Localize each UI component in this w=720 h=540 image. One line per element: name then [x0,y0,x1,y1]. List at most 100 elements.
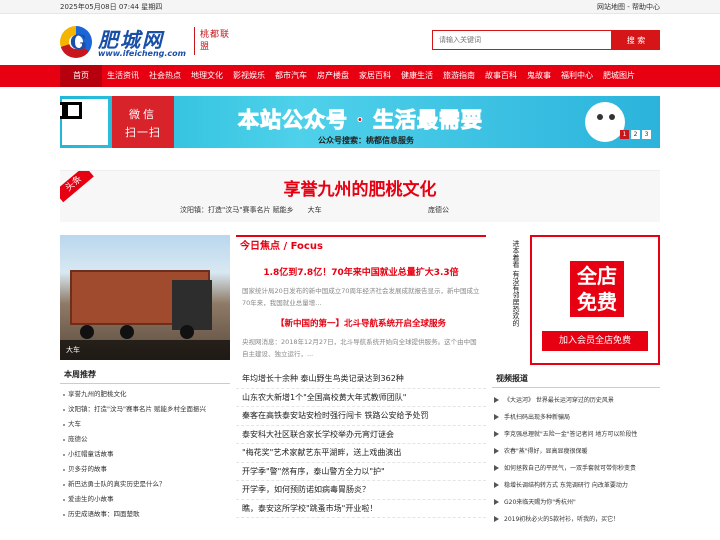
focus-title: 今日焦点 / Focus [236,235,486,257]
list-item[interactable]: 李克强总理就"五险一金"答记者问 地方可以阶段性 [492,426,660,443]
list-item[interactable]: 手机扫码出现多种新骗局 [492,409,660,426]
play-icon [494,431,499,437]
slogan-part-a: 本站公众号 · [238,107,373,133]
list-item[interactable]: 开学季"警"然有序，泰山警方全力以"护" [236,463,486,481]
nav-item[interactable]: 房产楼盘 [312,65,354,87]
list-item[interactable]: 开学季，如何预防诺如病毒胃肠炎？ [236,481,486,500]
video-item-label: 稳增长调结构转方式 东莞调研行 向改革要动力 [504,482,628,489]
list-item[interactable]: 汶阳镇：打造"汶马"赛事名片 赋能乡村全面振兴 [60,402,230,417]
list-item[interactable]: "梅花奖"艺术家献艺东平湖畔，送上戏曲演出 [236,444,486,463]
feature-caption: 大车 [60,340,230,360]
nav-item[interactable]: 故事百科 [480,65,522,87]
list-item[interactable]: 享誉九州的肥桃文化 [60,387,230,402]
main-nav: 首页 生活资讯 社会热点 地理文化 影视娱乐 都市汽车 房产楼盘 家居百科 健康… [0,65,720,87]
nav-item[interactable]: 鬼故事 [522,65,556,87]
nav-item[interactable]: 家居百科 [354,65,396,87]
focus-lead-1[interactable]: 1.8亿到7.8亿！70年来中国就业总量扩大3.3倍 [236,265,486,278]
list-item[interactable]: 爱迪生的小故事 [60,492,230,507]
list-item[interactable]: 年均增长十余种 泰山野生鸟类记录达到362种 [236,370,486,389]
play-icon [494,465,499,471]
join-member-button[interactable]: 加入会员全店免费 [542,331,648,351]
banner-pager: 1 2 3 [620,130,651,139]
headline-subs: 汶阳镇：打造"汶马"赛事名片 赋能乡 大车 [180,205,322,215]
list-item[interactable]: 新巴达勇士队的真实历史是什么？ [60,477,230,492]
video-item-label: 李克强总理就"五险一金"答记者问 地方可以阶段性 [504,431,638,438]
list-item[interactable]: 小红帽童话故事 [60,447,230,462]
nav-item[interactable]: 都市汽车 [270,65,312,87]
video-item-label: G20来临天赐为你"秀杭州" [504,499,576,506]
search-button[interactable]: 搜 索 [612,30,660,50]
scan-label: 扫一扫 [125,126,161,139]
list-item[interactable]: 泰安科大社区联合家长学校举办元宵灯谜会 [236,426,486,444]
nav-item[interactable]: 福利中心 [556,65,598,87]
nav-item[interactable]: 健康生活 [396,65,438,87]
logo-url: www.ifeicheng.com [98,49,186,58]
weekly-title: 本周推荐 [60,368,230,384]
video-item-label: 手机扫码出现多种新骗局 [504,414,571,421]
list-item[interactable]: 农春"蒸"得好，显高显瘦很保暖 [492,443,660,460]
logo-divider [194,27,195,55]
headline-sub-link[interactable]: 汶阳镇：打造"汶马"赛事名片 赋能乡 [180,205,294,215]
list-item[interactable]: 山东农大新增1个"全国高校黄大年式教师团队" [236,389,486,407]
nav-item[interactable]: 社会热点 [144,65,186,87]
list-item[interactable]: 稳增长调结构转方式 东莞调研行 向改革要动力 [492,477,660,494]
play-icon [494,448,499,454]
wechat-id: 公众号搜索：桃都信息服务 [318,136,414,145]
list-item[interactable]: 秦客在高铁泰安站安检时强行闯卡 铁路公安给予处罚 [236,407,486,426]
nav-item[interactable]: 影视娱乐 [228,65,270,87]
play-icon [494,482,499,488]
play-icon [494,516,499,522]
list-item[interactable]: 如何拯救自己的平民气，一双手套就可带你秒变贵 [492,460,660,477]
banner-page-1[interactable]: 1 [620,130,629,139]
truck-wheel [180,325,194,339]
wechat-banner[interactable]: 微信 扫一扫 本站公众号 · 生活最需要 公众号搜索：桃都信息服务 1 2 3 [60,96,660,148]
banner-slogan: 本站公众号 · 生活最需要 [238,104,483,134]
mascot-icon [585,102,625,142]
headline-title[interactable]: 享誉九州的肥桃文化 [60,175,660,200]
video-reports: 视频报道 《大运河》 世界最长运河穿过的历史风景 手机扫码出现多种新骗局 李克强… [492,372,660,528]
nav-item[interactable]: 生活资讯 [102,65,144,87]
feature-image[interactable]: 大车 [60,235,230,360]
list-item[interactable]: 大车 [60,417,230,432]
nav-item-home[interactable]: 首页 [60,65,102,87]
list-item[interactable]: 瞧，泰安这所学校"跳蚤市场"开业啦！ [236,500,486,518]
nav-item[interactable]: 肥城图片 [598,65,640,87]
focus-desc-2: 央视网消息：2018年12月27日，北斗导航系统开始向全球提供服务。这个由中国自… [242,338,477,358]
site-logo[interactable]: G 肥城网 www.ifeicheng.com 桃都联盟 [60,25,230,59]
video-item-label: 《大运河》 世界最长运河穿过的历史风景 [504,397,614,404]
logo-g-icon: G [70,30,88,54]
headline-sub-link[interactable]: 庞德公 [428,205,449,215]
play-icon [494,414,499,420]
list-item[interactable]: 2019初秋必火的5款衬衫，听我的，买它！ [492,511,660,528]
today-focus: 今日焦点 / Focus 1.8亿到7.8亿！70年来中国就业总量扩大3.3倍 … [236,235,486,518]
promo-big-text: 全店免费 [570,261,624,317]
play-icon [494,397,499,403]
headline-sub-link[interactable]: 大车 [308,205,322,215]
weekly-picks: 本周推荐 享誉九州的肥桃文化 汶阳镇：打造"汶马"赛事名片 赋能乡村全面振兴 大… [60,368,230,522]
banner-page-2[interactable]: 2 [631,130,640,139]
top-bar: 2025年05月08日 07:44 星期四 网站地图 - 帮助中心 [0,0,720,14]
member-promo[interactable]: 全店免费 加入会员全店免费 [530,235,660,365]
list-item[interactable]: 《大运河》 世界最长运河穿过的历史风景 [492,392,660,409]
vertical-calligraphy: 进本着看 有没有邻居恐欢的 [512,240,520,327]
header: G 肥城网 www.ifeicheng.com 桃都联盟 搜 索 [0,14,720,65]
logo-tagline: 桃都联盟 [200,30,231,52]
list-item[interactable]: 庞德公 [60,432,230,447]
play-icon [494,499,499,505]
list-item[interactable]: G20来临天赐为你"秀杭州" [492,494,660,511]
list-item[interactable]: 历史成语故事：四面楚歌 [60,507,230,522]
video-item-label: 如何拯救自己的平民气，一双手套就可带你秒变贵 [504,465,637,472]
headline-box: 头条 享誉九州的肥桃文化 汶阳镇：打造"汶马"赛事名片 赋能乡 大车 庞德公 [60,170,660,222]
search-input[interactable] [432,30,612,50]
nav-item[interactable]: 旅游指南 [438,65,480,87]
qr-code-icon [62,99,108,145]
list-item[interactable]: 贝多芬的故事 [60,462,230,477]
nav-item[interactable]: 地理文化 [186,65,228,87]
wechat-scan-box: 微信 扫一扫 [112,96,174,148]
sitemap-help-links[interactable]: 网站地图 - 帮助中心 [597,2,660,12]
focus-lead-2[interactable]: 【新中国的第一】北斗导航系统开启全球服务 [236,317,486,329]
truck-cab [172,280,212,330]
banner-page-3[interactable]: 3 [642,130,651,139]
wechat-label: 微信 [129,108,157,121]
slogan-part-b: 生活最需要 [372,107,483,133]
